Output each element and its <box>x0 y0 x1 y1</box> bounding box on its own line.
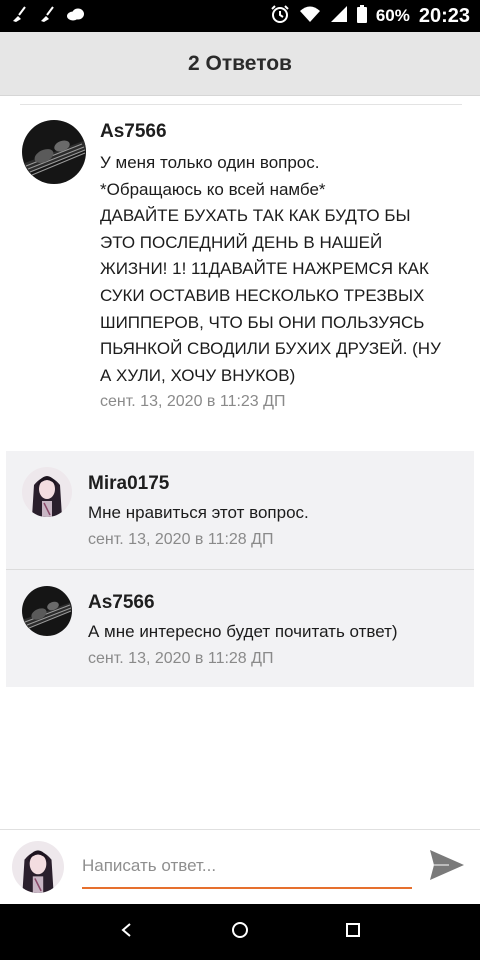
recents-icon <box>345 922 361 943</box>
reply-timestamp: сент. 13, 2020 в 11:28 ДП <box>88 650 274 667</box>
broom-icon <box>38 5 56 28</box>
recents-button[interactable] <box>333 912 373 952</box>
wifi-icon <box>299 5 321 28</box>
clock-time: 20:23 <box>418 4 470 27</box>
list-item[interactable]: As7566 А мне интересно будет почитать от… <box>6 569 474 687</box>
send-icon <box>429 849 465 886</box>
battery-percent: 60% <box>375 6 410 25</box>
comment-text: У меня только один вопрос. *Обращаюсь ко… <box>100 150 450 389</box>
cloud-icon <box>66 7 86 26</box>
broom-icon <box>10 5 28 28</box>
page-title: 2 Ответов <box>188 51 292 75</box>
battery-icon <box>356 4 367 28</box>
comment-line: ДАВАЙТЕ БУХАТЬ ТАК КАК БУДТО БЫ ЭТО ПОСЛ… <box>100 206 441 385</box>
replies-list: Mira0175 Мне нравиться этот вопрос. сент… <box>6 451 474 687</box>
list-item[interactable]: Mira0175 Мне нравиться этот вопрос. сент… <box>6 451 474 569</box>
reply-input[interactable] <box>82 856 412 876</box>
reply-text: Мне нравиться этот вопрос. <box>88 503 309 522</box>
reply-timestamp: сент. 13, 2020 в 11:28 ДП <box>88 531 274 548</box>
thread-content[interactable]: As7566 У меня только один вопрос. *Обращ… <box>0 96 480 829</box>
app-header: 2 Ответов <box>0 32 480 96</box>
avatar[interactable] <box>22 467 72 517</box>
system-nav-bar <box>0 904 480 960</box>
divider <box>20 104 462 105</box>
home-icon <box>231 921 249 944</box>
status-bar: 60% 20:23 <box>0 0 480 32</box>
main-comment: As7566 У меня только один вопрос. *Обращ… <box>22 120 462 413</box>
reply-username[interactable]: As7566 <box>88 591 398 615</box>
comment-line: *Обращаюсь ко всей намбе* <box>100 179 326 199</box>
send-button[interactable] <box>428 848 466 886</box>
reply-input-wrapper <box>82 845 412 889</box>
avatar <box>12 841 64 893</box>
comment-line: У меня только один вопрос. <box>100 153 320 172</box>
back-button[interactable] <box>107 912 147 952</box>
reply-composer <box>0 829 480 904</box>
comment-timestamp: сент. 13, 2020 в 11:23 ДП <box>100 393 286 411</box>
avatar[interactable] <box>22 586 72 636</box>
reply-text: А мне интересно будет почитать ответ) <box>88 622 398 641</box>
signal-icon <box>330 5 348 28</box>
avatar[interactable] <box>22 120 86 184</box>
comment-username[interactable]: As7566 <box>100 120 450 144</box>
alarm-icon <box>270 4 290 29</box>
reply-username[interactable]: Mira0175 <box>88 472 309 496</box>
back-icon <box>119 922 135 943</box>
home-button[interactable] <box>220 912 260 952</box>
